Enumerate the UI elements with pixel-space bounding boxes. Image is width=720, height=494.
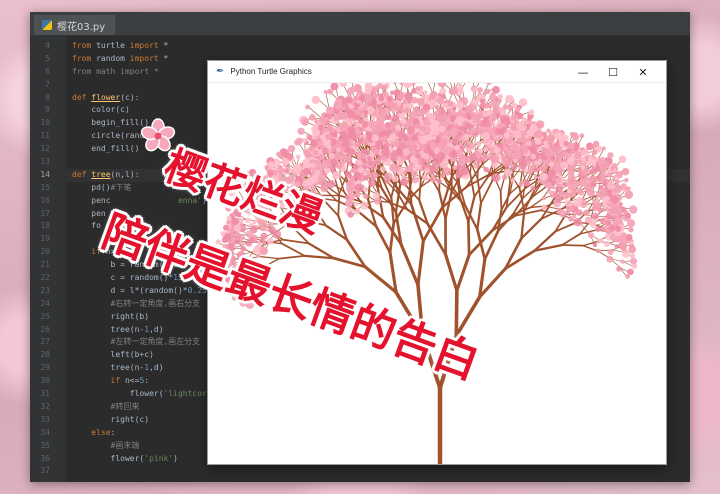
code-text: pd()#下笔 — [72, 182, 132, 192]
code-text: pen — [72, 208, 106, 218]
minimize-button[interactable]: — — [568, 61, 598, 83]
line-number: 13 — [40, 157, 50, 167]
line-number: 18 — [40, 221, 50, 231]
line-number: 33 — [40, 414, 50, 424]
line-number: 6 — [45, 66, 50, 76]
line-number: 11 — [40, 131, 50, 141]
code-text: tree(n-1,d) — [72, 324, 164, 334]
line-number: 31 — [40, 389, 50, 399]
editor-tab-label: 樱花03.py — [57, 21, 106, 33]
line-number: 24 — [40, 298, 50, 308]
code-text: from math import * — [72, 66, 159, 76]
code-text: if n<=5: — [110, 376, 150, 386]
turtle-window-title: Python Turtle Graphics — [230, 67, 312, 76]
editor-tab[interactable]: 樱花03.py — [34, 15, 116, 35]
python-file-icon — [42, 20, 52, 30]
line-number: 9 — [45, 105, 50, 115]
code-text: else: — [91, 427, 116, 437]
code-text: right(b) — [72, 311, 150, 321]
line-number: 37 — [40, 466, 50, 476]
line-number: 10 — [40, 118, 50, 128]
code-text: def flower(c): — [72, 92, 140, 102]
line-number: 27 — [40, 337, 50, 347]
line-number: 22 — [40, 273, 50, 283]
code-text: #左转一定角度,画左分支 — [110, 337, 201, 347]
line-number: 28 — [40, 350, 50, 360]
sakura-flower-icon — [140, 118, 176, 152]
code-text: flower('lightcoral — [72, 389, 217, 399]
line-number: 35 — [40, 440, 50, 450]
line-number: 25 — [40, 311, 50, 321]
code-text: color(c) — [72, 105, 130, 115]
code-line[interactable]: 4 from turtle import * — [30, 40, 690, 53]
turtle-title-bar[interactable]: ✒ Python Turtle Graphics — ☐ ✕ — [208, 61, 666, 83]
code-text: left(b+c) — [72, 350, 154, 360]
code-text: #画末端 — [110, 440, 140, 450]
code-text: #转回来 — [110, 401, 140, 411]
line-number: 15 — [40, 182, 50, 192]
line-number: 20 — [40, 247, 50, 257]
editor-tab-bar: 樱花03.py — [30, 12, 690, 36]
code-text: #右转一定角度,画右分支 — [110, 298, 201, 308]
line-number: 36 — [40, 453, 50, 463]
code-text: def tree(n,l): — [72, 169, 140, 179]
line-number: 29 — [40, 363, 50, 373]
code-text: flower('pink') — [72, 453, 178, 463]
code-text: fo — [72, 221, 101, 231]
maximize-button[interactable]: ☐ — [598, 61, 628, 83]
code-text: from random import * — [72, 53, 169, 63]
code-text: circle(rand — [72, 131, 145, 141]
line-number: 12 — [40, 144, 50, 154]
code-text: from turtle import * — [72, 41, 169, 50]
line-number: 8 — [45, 92, 50, 102]
line-number: 16 — [40, 195, 50, 205]
line-number: 21 — [40, 260, 50, 270]
line-number: 32 — [40, 401, 50, 411]
line-number: 5 — [45, 53, 50, 63]
line-number: 4 — [45, 41, 50, 50]
line-number: 23 — [40, 285, 50, 295]
line-number: 19 — [40, 234, 50, 244]
line-number: 26 — [40, 324, 50, 334]
code-text: begin_fill() — [72, 118, 150, 128]
code-text: right(c) — [72, 414, 150, 424]
code-text: end_fill() — [72, 144, 140, 154]
line-number: 34 — [40, 427, 50, 437]
line-number: 14 — [40, 169, 50, 179]
close-button[interactable]: ✕ — [628, 61, 658, 83]
code-text: tree(n-1,d) — [72, 363, 164, 373]
line-number: 7 — [45, 79, 50, 89]
feather-icon: ✒ — [216, 66, 225, 77]
line-number: 17 — [40, 208, 50, 218]
code-line[interactable]: 37 — [30, 465, 690, 478]
line-number: 30 — [40, 376, 50, 386]
